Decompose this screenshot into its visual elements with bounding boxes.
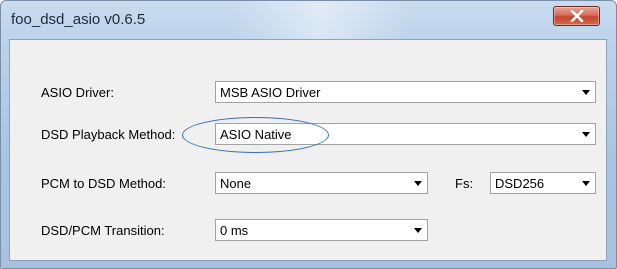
close-x-icon [570, 10, 584, 22]
asio-driver-value: MSB ASIO Driver [220, 85, 321, 100]
pcm-to-dsd-method-value: None [220, 176, 252, 191]
window-title: foo_dsd_asio v0.6.5 [11, 11, 146, 28]
chevron-down-icon [414, 181, 422, 186]
asio-driver-label: ASIO Driver: [41, 85, 114, 100]
pcm-to-dsd-method-label: PCM to DSD Method: [41, 176, 166, 191]
settings-panel: ASIO Driver: MSB ASIO Driver DSD Playbac… [9, 39, 607, 261]
dsd-playback-method-select[interactable]: ASIO Native [215, 123, 596, 145]
dsd-pcm-transition-label: DSD/PCM Transition: [41, 223, 165, 238]
fs-label: Fs: [455, 176, 474, 191]
fs-value: DSD256 [495, 176, 545, 191]
asio-driver-select[interactable]: MSB ASIO Driver [215, 81, 596, 103]
title-bar[interactable]: foo_dsd_asio v0.6.5 [1, 1, 616, 39]
title-bar-glare [231, 1, 411, 39]
pcm-to-dsd-method-select[interactable]: None [215, 172, 428, 194]
dsd-pcm-transition-select[interactable]: 0 ms [215, 219, 428, 241]
close-button[interactable] [553, 6, 600, 26]
chevron-down-icon [414, 228, 422, 233]
dsd-playback-method-value: ASIO Native [220, 127, 292, 142]
chevron-down-icon [582, 132, 590, 137]
chevron-down-icon [582, 181, 590, 186]
dsd-pcm-transition-value: 0 ms [220, 223, 249, 238]
chevron-down-icon [582, 90, 590, 95]
dsd-playback-method-label: DSD Playback Method: [41, 127, 176, 142]
fs-select[interactable]: DSD256 [490, 172, 596, 194]
dialog-window: foo_dsd_asio v0.6.5 ASIO Driver: MSB ASI… [0, 0, 617, 269]
